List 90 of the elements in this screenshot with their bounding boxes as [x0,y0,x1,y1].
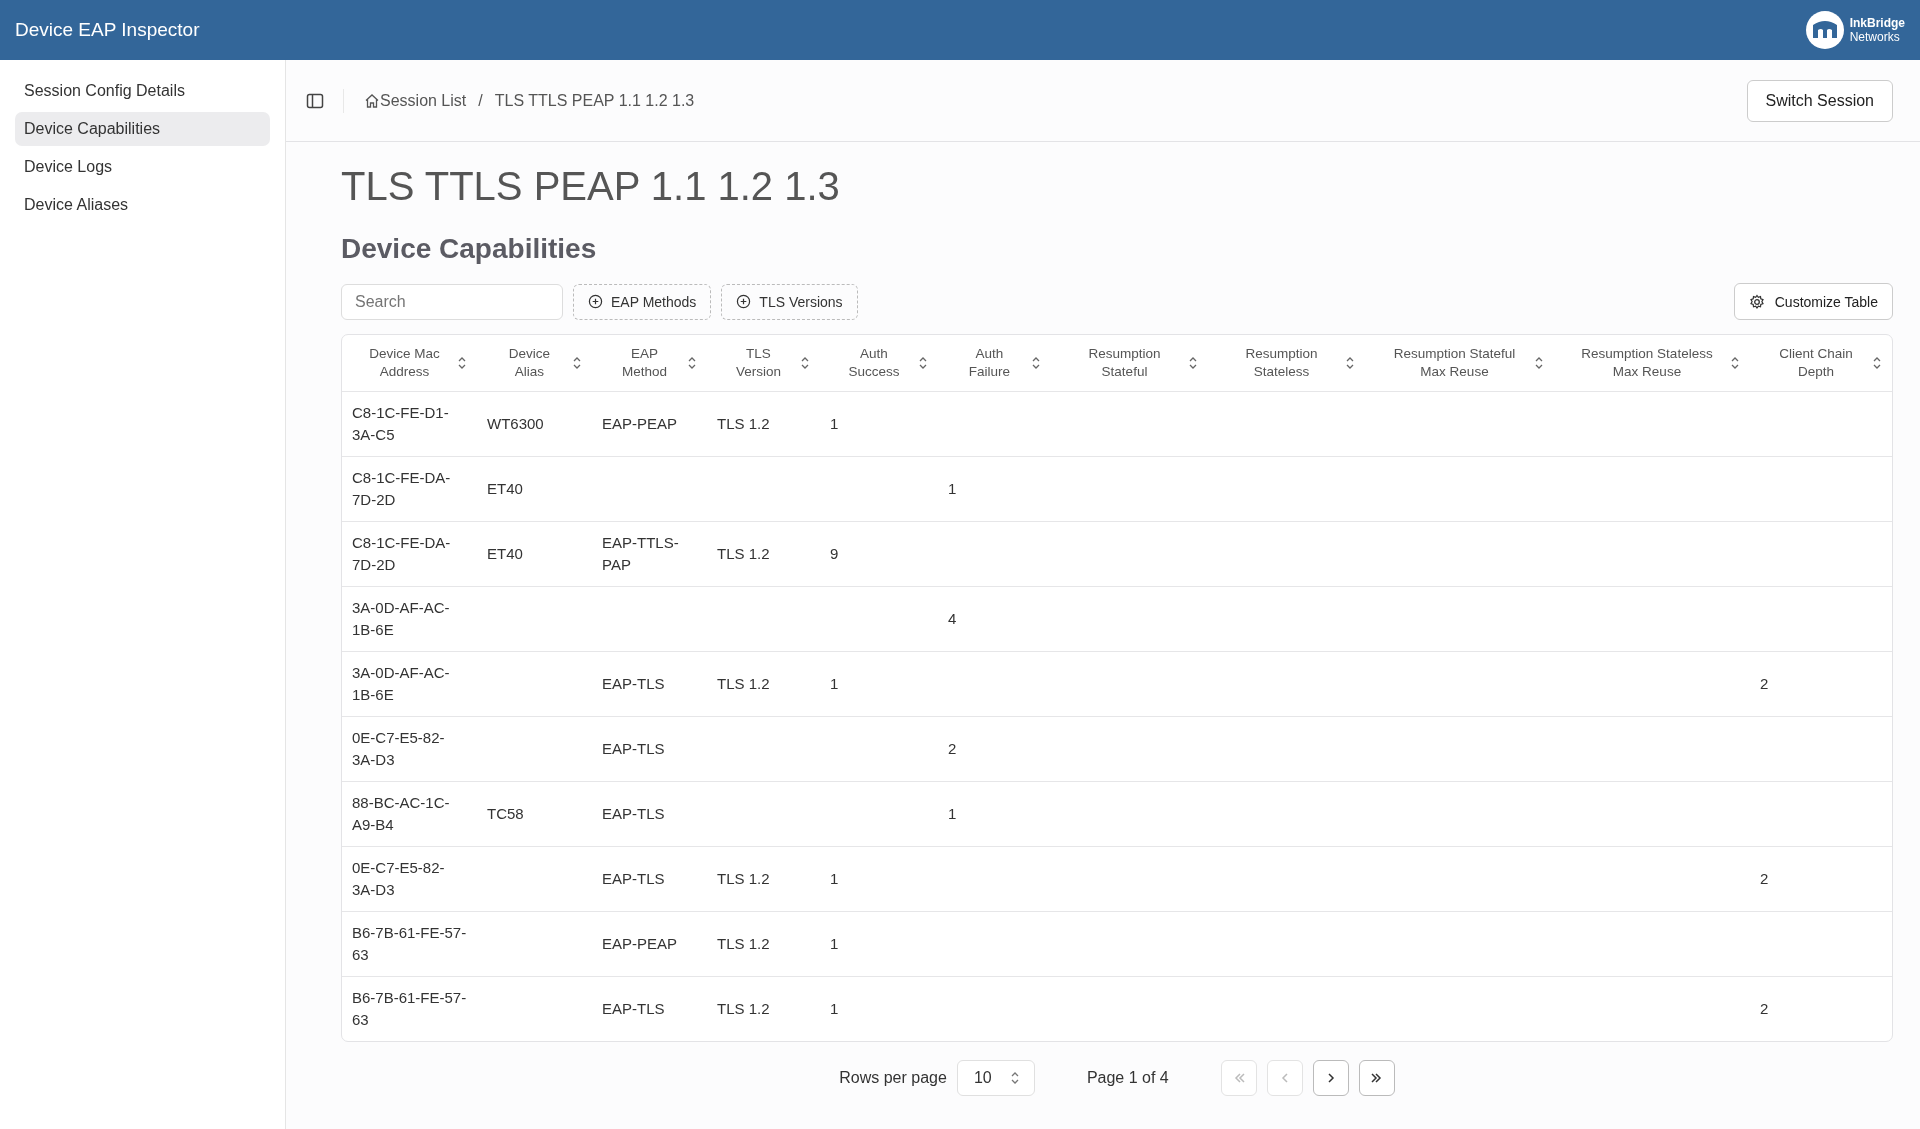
table-cell-text: B6-7B-61-FE-57-63 [352,923,467,965]
breadcrumb-link[interactable]: TLS TTLS PEAP 1.1 1.2 1.3 [494,91,695,110]
customize-table-button[interactable]: Customize Table [1733,283,1893,320]
table-cell-text: 9 [830,544,839,564]
table-cell-text: 0E-C7-E5-82-3A-D3 [352,728,446,770]
sort-icon[interactable] [918,356,928,370]
sort-icon[interactable] [1188,356,1198,370]
table-cell-text: 3A-0D-AF-AC-1B-6E [352,663,451,705]
chevron-up-down-icon [1009,1071,1020,1085]
sidebar-item[interactable]: Session Config Details [15,74,270,108]
table-cell-text: C8-1C-FE-D1-3A-C5 [352,403,450,445]
column-header[interactable]: Device Alias [487,345,572,381]
table-cell-text: 88-BC-AC-1C-A9-B4 [352,793,451,835]
column-header[interactable]: Auth Success [830,345,918,381]
table-cell-text: 1 [948,804,957,824]
page-title: TLS TTLS PEAP 1.1 1.2 1.3 [341,164,841,209]
column-header[interactable]: Resumption Stateless Max Reuse [1564,345,1730,381]
column-header[interactable]: Auth Failure [948,345,1031,381]
table-cell-text: EAP-TLS [602,674,665,694]
sidebar-item[interactable]: Device Capabilities [15,112,270,146]
table-cell-text: TC58 [487,804,524,824]
sort-icon[interactable] [1534,356,1544,370]
table-cell-text: EAP-TLS [602,869,665,889]
table-cell-text: TLS 1.2 [717,869,770,889]
logo-subtext: Networks [1849,30,1900,44]
section-title: Device Capabilities [341,233,598,265]
column-header[interactable]: TLS Version [717,345,800,381]
table-cell-text: 1 [830,934,839,954]
sort-icon[interactable] [1031,356,1041,370]
rows-per-page-select[interactable]: 10 [956,1060,1035,1096]
column-header[interactable]: Resumption Stateless [1218,345,1345,381]
sidebar-item[interactable]: Device Aliases [15,188,270,222]
table-cell-text: TLS 1.2 [717,999,770,1019]
table-cell-text: 2 [1760,674,1769,694]
app-title: Device EAP Inspector [15,19,200,41]
table-cell-text: 1 [830,869,839,889]
table-cell-text: EAP-PEAP [602,414,678,434]
sort-icon[interactable] [572,356,582,370]
page-info: Page 1 of 4 [1086,1069,1169,1087]
sort-icon[interactable] [457,356,467,370]
breadcrumb-separator: / [478,91,483,110]
logo-text: InkBridge [1849,16,1905,30]
table-cell-text: 1 [830,414,839,434]
table-cell-text: 2 [1760,869,1769,889]
table-cell-text: ET40 [487,479,523,499]
table-cell-text: EAP-TLS [602,804,665,824]
table-cell-text: EAP-PEAP [602,934,678,954]
table-cell-text: TLS 1.2 [717,674,770,694]
table-cell-text: TLS 1.2 [717,544,770,564]
plus-circle-icon [736,294,752,309]
rows-per-page-label: Rows per page [839,1069,947,1087]
table-cell-text: 1 [830,674,839,694]
column-header[interactable]: Client Chain Depth [1760,345,1872,381]
table-cell-text: 3A-0D-AF-AC-1B-6E [352,598,451,640]
gear-icon [1748,293,1765,310]
table-cell-text: TLS 1.2 [717,414,770,434]
table-cell-text: WT6300 [487,414,544,434]
table-cell-text: 1 [830,999,839,1019]
sort-icon[interactable] [1872,356,1882,370]
sidebar-item[interactable]: Device Logs [15,150,270,184]
table-cell-text: 4 [948,609,957,629]
table-cell-text: TLS 1.2 [717,934,770,954]
logo-icon [1805,11,1844,49]
sort-icon[interactable] [800,356,810,370]
column-header[interactable]: Device Mac Address [352,345,457,381]
table-cell-text: ET40 [487,544,523,564]
table-cell-text: EAP-TTLS-PAP [602,533,680,575]
plus-circle-icon [588,294,603,309]
table-cell-text: C8-1C-FE-DA-7D-2D [352,468,452,510]
sort-icon[interactable] [1730,356,1740,370]
column-header[interactable]: Resumption Stateful [1061,345,1188,381]
table-cell-text: 2 [948,739,957,759]
sort-icon[interactable] [687,356,697,370]
table-cell-text: 2 [1760,999,1769,1019]
last-page-button[interactable] [1358,1060,1395,1096]
switch-session-button[interactable]: Switch Session [1746,79,1893,122]
table-cell-text: 1 [948,479,957,499]
sort-icon[interactable] [1345,356,1355,370]
filter-button[interactable]: TLS Versions [721,283,858,320]
table-cell-text: EAP-TLS [602,999,665,1019]
table-cell-text: EAP-TLS [602,739,665,759]
column-header[interactable]: Resumption Stateful Max Reuse [1375,345,1534,381]
breadcrumb-link[interactable]: Session List [380,91,467,110]
home-icon[interactable] [364,92,380,109]
filter-button[interactable]: EAP Methods [573,283,712,320]
column-header[interactable]: EAP Method [602,345,687,381]
table-cell-text: C8-1C-FE-DA-7D-2D [352,533,452,575]
table-cell-text: B6-7B-61-FE-57-63 [352,988,467,1030]
table-cell-text: 0E-C7-E5-82-3A-D3 [352,858,446,900]
search-field[interactable]: Search [341,283,563,320]
